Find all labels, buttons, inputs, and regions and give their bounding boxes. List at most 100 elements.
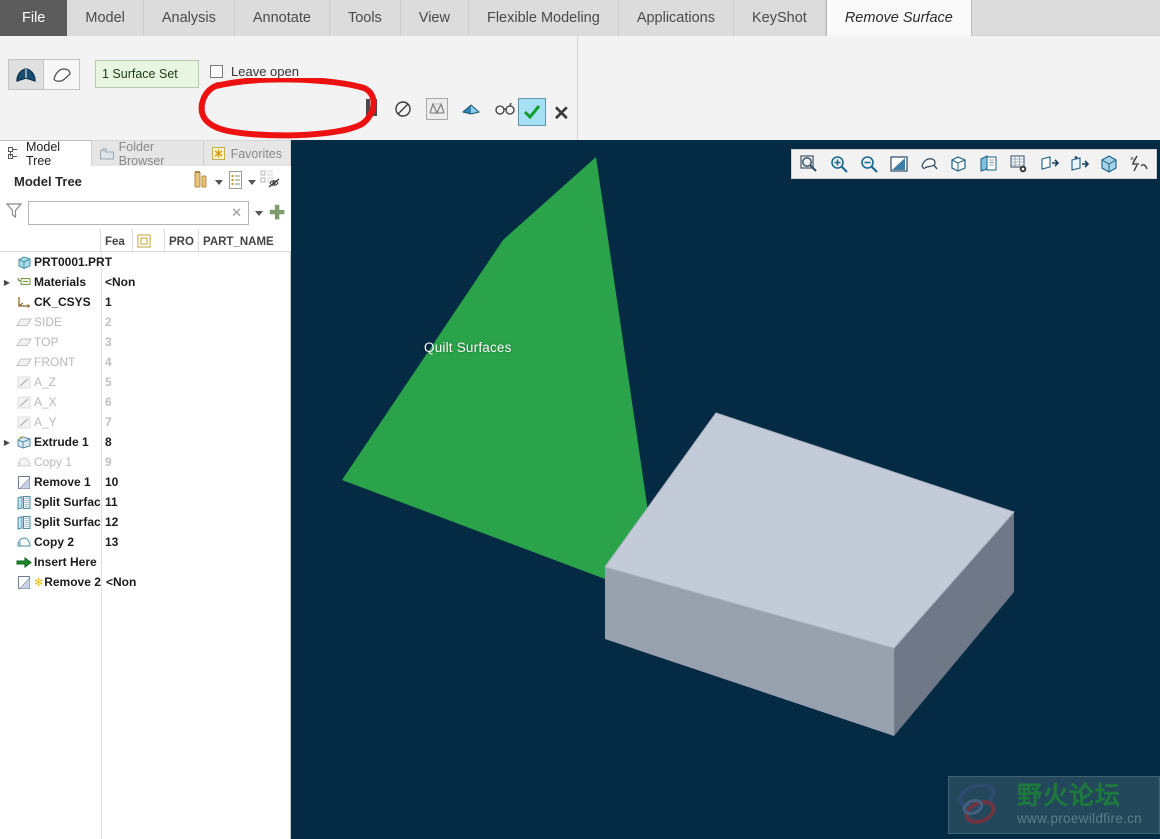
ribbon-tab-annotate[interactable]: Annotate	[234, 0, 330, 36]
tree-row-label: A_Y	[34, 415, 57, 429]
tree-filter-display-icon[interactable]	[260, 170, 281, 196]
tree-row-copy-1[interactable]: Copy 1 9	[0, 452, 291, 472]
no-preview-icon[interactable]	[392, 98, 414, 120]
tree-row-remove-1[interactable]: Remove 1 10	[0, 472, 291, 492]
display-style-icon[interactable]	[948, 153, 970, 175]
remove-surface-icon	[14, 575, 34, 590]
accept-button[interactable]	[518, 98, 546, 126]
filter-funnel-icon[interactable]	[5, 202, 23, 224]
add-icon[interactable]: ✚	[269, 204, 285, 223]
column-header-tree	[0, 229, 101, 251]
tree-row-copy-2[interactable]: Copy 2 13	[0, 532, 291, 552]
glasses-preview-icon[interactable]	[494, 98, 516, 120]
tree-row-split-surface-2[interactable]: Split Surfac 12	[0, 512, 291, 532]
surface-set-collector[interactable]: 1 Surface Set	[95, 60, 199, 88]
nav-tab-model-tree[interactable]: Model Tree	[0, 140, 92, 168]
datum-points-display-icon[interactable]	[1068, 153, 1090, 175]
dashboard-left-section	[0, 36, 578, 140]
tree-row-split-surface-1[interactable]: Split Surfac 11	[0, 492, 291, 512]
nav-tab-favorites-label: Favorites	[230, 146, 282, 161]
tree-row-label: Materials	[34, 275, 87, 289]
tree-row-ck-csys[interactable]: CK_CSYS 1	[0, 292, 291, 312]
chevron-down-icon[interactable]	[255, 210, 264, 216]
tree-row-label: Copy 1	[34, 455, 73, 469]
zoom-window-icon[interactable]	[798, 153, 820, 175]
datum-plane-icon	[14, 316, 34, 329]
model-tree-list[interactable]: PRT0001.PRT ▶ Materials <Non CK_CSYS 1 S…	[0, 252, 291, 839]
ribbon-tab-flexible-modeling[interactable]: Flexible Modeling	[468, 0, 619, 36]
tree-row-value: 3	[105, 335, 112, 349]
view-manager-icon[interactable]	[1008, 153, 1030, 175]
cancel-button[interactable]: ✕	[553, 101, 570, 126]
tree-row-a-y[interactable]: A_Y 7	[0, 412, 291, 432]
model-tree-title: Model Tree	[14, 173, 82, 189]
tree-row-a-z[interactable]: A_Z 5	[0, 372, 291, 392]
model-tree-filter-row: ✕ ✚	[0, 196, 291, 230]
column-header-status[interactable]	[133, 229, 165, 251]
tree-row-label: A_Z	[34, 375, 57, 389]
csys-icon	[14, 295, 34, 310]
ribbon-tab-remove-surface[interactable]: Remove Surface	[825, 0, 972, 36]
tree-row-label: CK_CSYS	[34, 295, 91, 309]
tree-row-remove-2[interactable]: ✻ Remove 2 <Non	[0, 572, 291, 592]
tree-row-prt0001[interactable]: PRT0001.PRT	[0, 252, 291, 272]
ribbon-tab-keyshot[interactable]: KeyShot	[734, 0, 826, 36]
tree-row-value: <Non	[105, 275, 136, 289]
column-header-pro[interactable]: PRO	[165, 229, 199, 251]
dashboard-preview-icons	[392, 98, 516, 120]
surface-patch-icon[interactable]	[44, 59, 80, 90]
saved-views-icon[interactable]	[978, 153, 1000, 175]
tree-settings-dropdown-icon[interactable]	[248, 180, 256, 185]
leave-open-checkbox[interactable]	[210, 65, 223, 78]
ribbon-tab-tools[interactable]: Tools	[329, 0, 401, 36]
annotation-display-icon[interactable]	[1098, 153, 1120, 175]
repaint-icon[interactable]	[918, 153, 940, 175]
tree-row-a-x[interactable]: A_X 6	[0, 392, 291, 412]
nav-tab-folder-browser[interactable]: Folder Browser	[91, 140, 204, 168]
tree-row-front[interactable]: FRONT 4	[0, 352, 291, 372]
tree-tools-dropdown-icon[interactable]	[215, 180, 223, 185]
ribbon-tab-file[interactable]: File	[0, 0, 68, 36]
tree-row-extrude-1[interactable]: ▶ Extrude 1 8	[0, 432, 291, 452]
zoom-out-icon[interactable]	[858, 153, 880, 175]
model-geometry[interactable]	[291, 140, 1160, 839]
insert-here-arrow-icon	[14, 556, 34, 569]
clear-icon[interactable]: ✕	[231, 205, 242, 221]
tree-row-value: 11	[105, 495, 118, 509]
search-input[interactable]: ✕	[28, 201, 250, 225]
quilt-reference-icon[interactable]	[8, 59, 44, 90]
pause-icon[interactable]	[366, 99, 377, 116]
tree-expander[interactable]: ▶	[0, 438, 14, 447]
quilt-preview-icon[interactable]	[460, 98, 482, 120]
tree-tools-icon[interactable]	[191, 169, 211, 196]
leave-open-checkbox-row[interactable]: Leave open	[210, 64, 299, 79]
watermark-text: 野火论坛 www.proewildfire.cn	[1017, 784, 1142, 826]
tree-row-value: 2	[105, 315, 112, 329]
ribbon-tab-analysis[interactable]: Analysis	[143, 0, 235, 36]
ribbon-tab-applications[interactable]: Applications	[618, 0, 734, 36]
column-header-feature[interactable]: Fea	[101, 229, 133, 251]
nav-tab-favorites[interactable]: Favorites	[203, 140, 291, 166]
spin-center-icon[interactable]: ×	[1128, 153, 1150, 175]
tree-row-label: Split Surfac	[34, 495, 101, 509]
ribbon-tab-view[interactable]: View	[400, 0, 469, 36]
tree-expander[interactable]: ▶	[0, 278, 14, 287]
tree-settings-icon[interactable]	[227, 170, 244, 195]
preview-geometry-icon[interactable]	[426, 98, 448, 120]
graphics-viewport[interactable]: Quilt Surfaces × 野火论坛 www.proewildfire.c…	[291, 140, 1160, 839]
tree-row-value: 9	[105, 455, 112, 469]
tree-row-side[interactable]: SIDE 2	[0, 312, 291, 332]
navigator-tab-bar: Model Tree Folder Browser Favorites	[0, 140, 291, 168]
split-surface-icon	[14, 495, 34, 510]
datum-display-icon[interactable]	[1038, 153, 1060, 175]
ribbon-tab-model[interactable]: Model	[67, 0, 144, 36]
wildfire-logo-icon	[958, 783, 996, 824]
zoom-in-icon[interactable]	[828, 153, 850, 175]
refit-icon[interactable]	[888, 153, 910, 175]
tree-row-label: A_X	[34, 395, 57, 409]
tree-row-materials[interactable]: ▶ Materials <Non	[0, 272, 291, 292]
feature-status-icon	[137, 234, 151, 248]
column-header-part-name[interactable]: PART_NAME	[199, 229, 289, 251]
tree-row-insert-here[interactable]: Insert Here	[0, 552, 291, 572]
tree-row-top[interactable]: TOP 3	[0, 332, 291, 352]
